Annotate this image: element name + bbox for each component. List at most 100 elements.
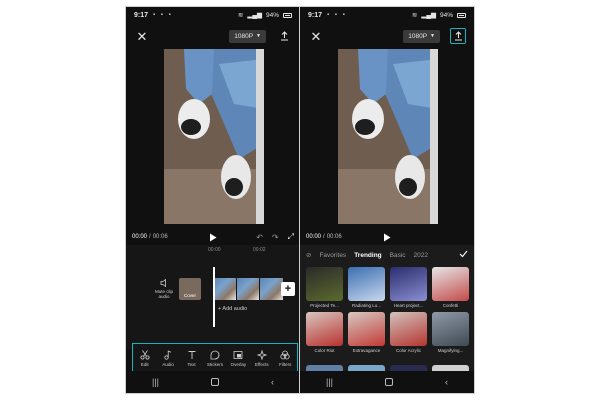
effect-item[interactable]: Extravagance	[348, 312, 385, 353]
effect-label: Heart project...	[393, 303, 424, 308]
video-preview[interactable]	[338, 49, 438, 224]
effect-item[interactable]: Heart project...	[390, 267, 427, 308]
effect-thumbnail	[306, 267, 343, 301]
add-audio-button[interactable]: + Add audio	[218, 306, 247, 312]
video-clip-track[interactable]	[213, 278, 284, 300]
battery-icon	[457, 12, 466, 18]
battery-icon	[283, 12, 292, 18]
tool-label: Edit	[140, 361, 149, 367]
clip-frame	[213, 278, 236, 300]
tab-trending[interactable]: Trending	[354, 252, 381, 259]
status-time: 9:17	[308, 11, 323, 19]
caret-down-icon: ▼	[256, 33, 261, 39]
effect-label: Color Riot	[314, 348, 335, 353]
effect-thumbnail	[390, 312, 427, 346]
status-bar: 9:17 ▪ ▪ ▪ ≋ ▂▄▆ 94%	[300, 7, 474, 23]
tool-text[interactable]: Text	[182, 350, 202, 367]
battery-level: 94%	[265, 11, 279, 19]
ruler-tick-label: 00:02	[253, 247, 266, 253]
play-button[interactable]	[207, 231, 219, 243]
effect-item[interactable]: Confetti	[432, 267, 469, 308]
mute-clip-audio-button[interactable]: Mute clip audio	[153, 279, 175, 300]
speaker-icon	[160, 279, 166, 287]
effect-thumbnail	[348, 312, 385, 346]
play-button[interactable]	[381, 231, 393, 243]
effect-thumbnail	[432, 267, 469, 301]
tab-basic[interactable]: Basic	[390, 252, 406, 259]
effect-item[interactable]: Magnifying...	[432, 312, 469, 353]
tool-label: Stickers	[206, 361, 223, 367]
playback-row: 00:00 / 00:06	[300, 229, 474, 245]
no-effect-icon[interactable]: ⊘	[306, 251, 311, 259]
play-icon	[210, 233, 217, 241]
notification-icons: ▪ ▪ ▪	[327, 12, 347, 18]
timeline-ruler: 00:00 00:02	[126, 247, 300, 255]
editor-topbar: ✕ 1080P ▼	[300, 24, 474, 48]
effect-label: Confetti	[442, 303, 459, 308]
export-button[interactable]	[450, 28, 466, 44]
playhead[interactable]	[213, 267, 215, 327]
video-preview[interactable]	[164, 49, 264, 224]
overlay-icon	[233, 350, 243, 359]
clip-frame	[260, 278, 284, 300]
effect-item[interactable]: Radiating Lo...	[348, 267, 385, 308]
effect-label: Magnifying...	[437, 348, 464, 353]
phone-editor-screen: 9:17 ▪ ▪ ▪ ≋ ▂▄▆ 94% ✕ 1080P ▼ 00:00 / 0…	[125, 6, 301, 394]
tool-filters[interactable]: Filters	[275, 350, 295, 367]
home-icon[interactable]	[210, 378, 219, 386]
tool-audio[interactable]: Audio	[158, 349, 178, 367]
total-time: 00:06	[326, 234, 342, 240]
tool-label: Overlay	[230, 361, 247, 367]
editor-topbar: ✕ 1080P ▼	[126, 24, 300, 48]
effect-label: Extravagance	[352, 348, 381, 353]
video-frame	[338, 49, 438, 224]
recent-apps-icon[interactable]: |||	[326, 377, 333, 387]
close-icon[interactable]: ✕	[134, 30, 150, 43]
resolution-dropdown[interactable]: 1080P ▼	[229, 29, 266, 43]
filters-icon	[280, 350, 290, 359]
export-button[interactable]	[276, 28, 292, 44]
effect-item[interactable]: Projected Te...	[306, 267, 343, 308]
effect-thumbnail	[348, 267, 385, 301]
tool-edit[interactable]: Edit	[135, 349, 155, 367]
wifi-icon: ≋	[237, 12, 244, 19]
history-controls: ↶ ↷ ⤢	[256, 232, 294, 242]
clip-frame	[236, 278, 260, 300]
cover-button[interactable]: Cover	[179, 278, 201, 300]
back-icon[interactable]: ‹	[445, 377, 448, 387]
wifi-icon: ≋	[411, 12, 418, 19]
battery-level: 94%	[439, 11, 453, 19]
tab-favorites[interactable]: Favorites	[319, 252, 346, 259]
resolution-label: 1080P	[408, 32, 428, 40]
undo-icon[interactable]: ↶	[256, 233, 263, 242]
effects-grid: Projected Te... Radiating Lo... Heart proj…	[306, 267, 470, 353]
fullscreen-icon[interactable]: ⤢	[288, 232, 294, 242]
close-icon[interactable]: ✕	[308, 30, 324, 43]
tool-effects[interactable]: Effects	[252, 349, 272, 367]
video-frame	[164, 49, 264, 224]
tool-label: Effects	[254, 361, 269, 367]
signal-icon: ▂▄▆	[247, 12, 262, 19]
phone-filters-screen: 9:17 ▪ ▪ ▪ ≋ ▂▄▆ 94% ✕ 1080P ▼ 00:00 / 0…	[299, 6, 475, 394]
effect-label: Color Acrylic	[395, 348, 421, 353]
add-clip-button[interactable]: +	[281, 282, 295, 296]
tool-label: Text	[187, 361, 196, 367]
time-separator: /	[149, 234, 151, 240]
editor-toolbar: Edit Audio Text Stickers Overlay Effects…	[132, 343, 298, 373]
play-icon	[384, 233, 391, 241]
back-icon[interactable]: ‹	[271, 377, 274, 387]
mute-label: Mute clip audio	[154, 289, 173, 300]
recent-apps-icon[interactable]: |||	[152, 377, 159, 387]
effect-item[interactable]: Color Acrylic	[390, 312, 427, 353]
tab-2022[interactable]: 2022	[414, 252, 428, 259]
effect-label: Projected Te...	[310, 303, 339, 308]
confirm-check-icon[interactable]	[459, 250, 468, 260]
effects-sparkle-icon	[256, 349, 267, 360]
resolution-dropdown[interactable]: 1080P ▼	[403, 29, 440, 43]
effect-item[interactable]: Color Riot	[306, 312, 343, 353]
tool-stickers[interactable]: Stickers	[205, 350, 225, 367]
tool-overlay[interactable]: Overlay	[228, 350, 248, 367]
home-icon[interactable]	[384, 378, 393, 386]
redo-icon[interactable]: ↷	[272, 233, 279, 242]
timeline-area[interactable]: 00:00 00:02 Mute clip audio Cover + + Ad…	[126, 245, 300, 349]
